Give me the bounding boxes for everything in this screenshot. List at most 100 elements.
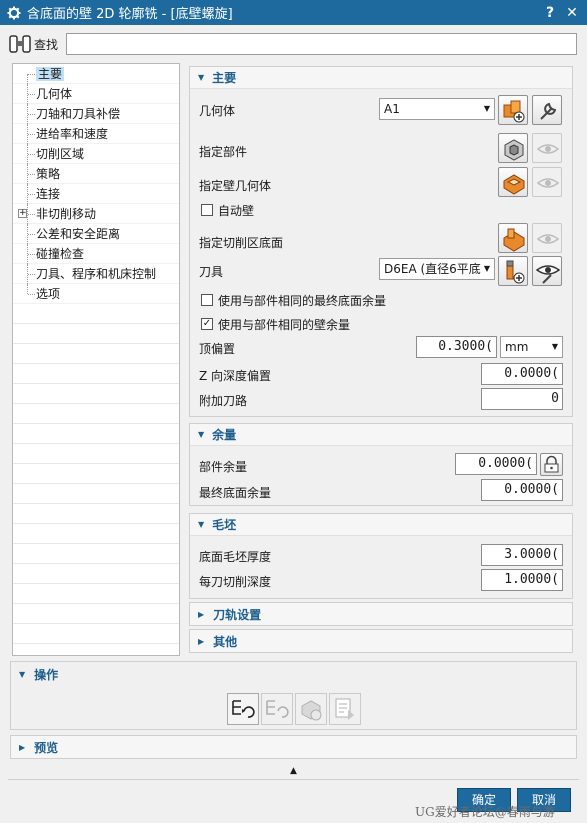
depth-per-cut-input[interactable]: 1.0000( (481, 569, 563, 591)
show-floor-button[interactable] (532, 223, 562, 253)
toolpath-settings-section[interactable]: ▶ 刀轨设置 (189, 602, 573, 626)
expand-plus-icon[interactable]: + (18, 209, 27, 218)
chevron-down-icon: ▼ (483, 104, 490, 113)
new-tool-button[interactable] (498, 256, 528, 286)
blank-section: ▼ 毛坯 底面毛坯厚度 3.0000( 每刀切削深度 1.0000( (189, 513, 573, 599)
nav-empty-row (13, 404, 179, 424)
nav-item[interactable]: 公差和安全距离 (13, 224, 179, 244)
nav-item[interactable]: 策略 (13, 164, 179, 184)
tree-line (27, 74, 28, 84)
select-part-button[interactable] (498, 133, 528, 163)
final-floor-stock-input[interactable]: 0.0000( (481, 479, 563, 501)
nav-item[interactable]: 选项 (13, 284, 179, 304)
help-button[interactable]: ? (539, 5, 561, 21)
stock-section-header[interactable]: ▼ 余量 (190, 424, 572, 446)
geometry-select-value: A1 (384, 102, 400, 116)
nav-item[interactable]: 刀具、程序和机床控制 (13, 264, 179, 284)
nav-item[interactable]: 连接 (13, 184, 179, 204)
nav-item[interactable]: 刀轴和刀具补偿 (13, 104, 179, 124)
nav-item-label: 刀具、程序和机床控制 (36, 267, 157, 281)
tool-select[interactable]: D6EA (直径6平底 ▼ (379, 258, 495, 280)
tree-connector (28, 74, 35, 75)
actions-header[interactable]: ▼ 操作 (11, 662, 576, 686)
tool-label: 刀具 (199, 265, 224, 279)
part-stock-input[interactable]: 0.0000( (455, 453, 537, 475)
edit-geometry-button[interactable] (532, 95, 562, 125)
nav-item-label: 主要 (36, 67, 65, 81)
geometry-label: 几何体 (199, 104, 236, 118)
wall-geometry-icon (503, 174, 525, 195)
specify-floor-label: 指定切削区底面 (199, 236, 284, 250)
nav-item[interactable]: 碰撞检查 (13, 244, 179, 264)
search-row: 查找 (0, 29, 587, 59)
main-section-header[interactable]: ▼ 主要 (190, 67, 572, 89)
close-button[interactable]: ✕ (561, 5, 583, 21)
edit-tool-button[interactable] (532, 256, 562, 286)
list-button[interactable] (329, 693, 361, 725)
tree-connector (28, 214, 35, 215)
nav-empty-row (13, 564, 179, 584)
chevron-down-icon: ▼ (481, 259, 490, 279)
lock-button[interactable] (540, 453, 563, 476)
nav-empty-row (13, 444, 179, 464)
tree-connector (28, 294, 35, 295)
edit-display-icon (535, 265, 561, 284)
nav-empty-row (13, 324, 179, 344)
preview-section[interactable]: ▶ 预览 (10, 735, 577, 759)
search-label: 查找 (34, 37, 59, 52)
expand-triangle-icon: ▶ (198, 636, 205, 646)
select-wall-button[interactable] (498, 167, 528, 197)
tree-connector (28, 274, 35, 275)
floor-blank-thickness-input[interactable]: 3.0000( (481, 544, 563, 566)
nav-item-label: 切削区域 (36, 147, 85, 161)
nav-item[interactable]: 切削区域 (13, 144, 179, 164)
blank-section-header[interactable]: ▼ 毛坯 (190, 514, 572, 536)
search-input[interactable] (66, 33, 577, 55)
show-wall-button[interactable] (532, 167, 562, 197)
same-wall-stock-checkbox[interactable]: ✓ (201, 318, 213, 330)
unit-select-value: mm (505, 340, 529, 354)
list-icon (335, 698, 354, 720)
checkmark-icon: ✓ (202, 318, 212, 329)
main-section: ▼ 主要 几何体 A1 ▼ 指定部件 指定壁几何体 自动壁 指定切削区底面 刀具… (189, 66, 573, 417)
extra-paths-input[interactable]: 0 (481, 388, 563, 410)
z-depth-offset-input[interactable]: 0.0000( (481, 363, 563, 385)
same-floor-stock-checkbox[interactable] (201, 294, 213, 306)
nav-item[interactable]: 进给率和速度 (13, 124, 179, 144)
verify-button[interactable] (295, 693, 327, 725)
tree-connector (28, 254, 35, 255)
replay-button[interactable] (261, 693, 293, 725)
nav-item-label: 非切削移动 (36, 207, 97, 221)
show-part-button[interactable] (532, 133, 562, 163)
generate-button[interactable] (227, 693, 259, 725)
stock-section: ▼ 余量 部件余量 0.0000( 最终底面余量 0.0000( (189, 423, 573, 506)
nav-empty-row (13, 304, 179, 324)
expand-triangle-icon: ▶ (19, 742, 26, 752)
nav-empty-row (13, 524, 179, 544)
top-offset-input[interactable]: 0.3000( (416, 336, 497, 358)
nav-item[interactable]: 主要 (13, 64, 179, 84)
collapse-triangle-icon: ▼ (198, 520, 205, 529)
nav-item-label: 几何体 (36, 87, 73, 101)
nav-item-label: 选项 (36, 287, 61, 301)
select-floor-button[interactable] (498, 223, 528, 253)
collapse-dialog-button[interactable]: ▲ (0, 764, 587, 778)
nav-item[interactable]: + 非切削移动 (13, 204, 179, 224)
tree-connector (28, 114, 35, 115)
nav-empty-row (13, 504, 179, 524)
other-section[interactable]: ▶ 其他 (189, 629, 573, 653)
new-geometry-button[interactable] (498, 95, 528, 125)
tree-connector (28, 174, 35, 175)
geometry-select[interactable]: A1 ▼ (379, 98, 495, 120)
lock-icon (544, 455, 559, 473)
nav-item[interactable]: 几何体 (13, 84, 179, 104)
extra-paths-label: 附加刀路 (199, 394, 248, 408)
footer-divider (8, 779, 579, 780)
main-section-title: 主要 (212, 71, 237, 85)
tree-connector (28, 194, 35, 195)
tree-connector (28, 134, 35, 135)
collapse-triangle-icon: ▼ (19, 669, 26, 679)
unit-select[interactable]: mm ▼ (500, 336, 563, 358)
nav-empty-row (13, 584, 179, 604)
auto-wall-checkbox[interactable] (201, 204, 213, 216)
